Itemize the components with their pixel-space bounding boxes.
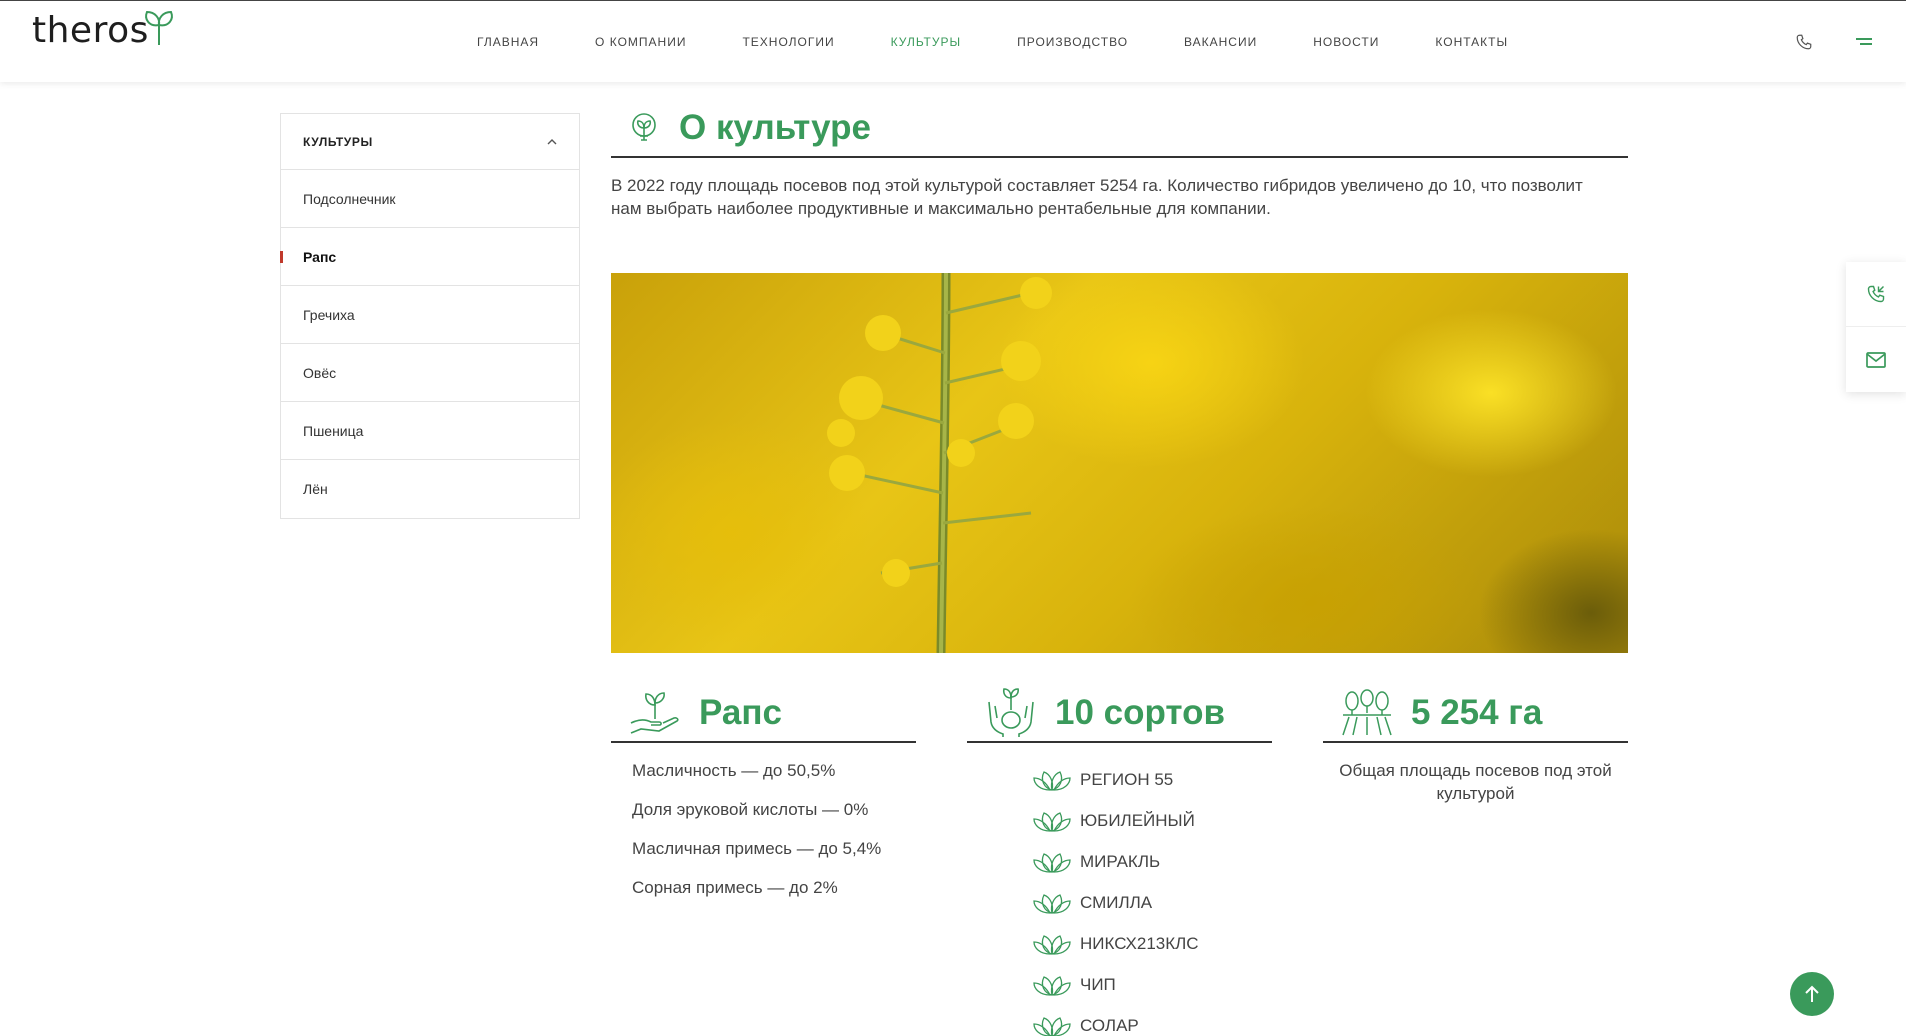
- crop-title: Рапс: [699, 693, 782, 732]
- main-nav: ГЛАВНАЯ О КОМПАНИИ ТЕХНОЛОГИИ КУЛЬТУРЫ П…: [477, 35, 1564, 49]
- crop-column: Рапс Масличность — до 50,5% Доля эруково…: [611, 685, 916, 917]
- side-contact-panel: [1846, 262, 1906, 392]
- sidebar-item-oats[interactable]: Овёс: [281, 344, 579, 402]
- crop-prop: Масличная примесь — до 5,4%: [632, 839, 882, 858]
- area-header: 5 254 га: [1323, 685, 1628, 743]
- main-content: О культуре В 2022 году площадь посевов п…: [611, 100, 1628, 1036]
- leaf-icon: [1033, 770, 1071, 791]
- list-item: РЕГИОН 55: [1032, 759, 1272, 800]
- sidebar-item-sunflower[interactable]: Подсолнечник: [281, 170, 579, 228]
- nav-vacancies[interactable]: ВАКАНСИИ: [1184, 35, 1257, 49]
- logo-text: theros: [32, 10, 149, 51]
- area-column: 5 254 га Общая площадь посевов под этой …: [1323, 685, 1628, 805]
- list-item: ЧИП: [1032, 964, 1272, 1005]
- nav-home[interactable]: ГЛАВНАЯ: [477, 35, 539, 49]
- sidebar-item-rapeseed[interactable]: Рапс: [280, 228, 579, 286]
- leaf-icon: [1033, 811, 1071, 832]
- list-item: СМИЛЛА: [1032, 882, 1272, 923]
- field-trees-icon: [1342, 689, 1392, 736]
- page-title: О культуре: [679, 108, 872, 147]
- leaf-icon: [1033, 852, 1071, 873]
- callback-button[interactable]: [1846, 262, 1906, 327]
- arrow-up-icon: [1805, 985, 1819, 1002]
- hands-seed-icon: [988, 688, 1034, 737]
- sort-name: СОЛАР: [1080, 1015, 1139, 1035]
- about-header: О культуре: [611, 100, 1628, 158]
- chevron-up-icon: [547, 138, 557, 144]
- sorts-title: 10 сортов: [1055, 693, 1225, 732]
- phone-callback-icon: [1867, 285, 1885, 303]
- sprout-hand-icon: [630, 692, 679, 734]
- sidebar-item-buckwheat[interactable]: Гречиха: [281, 286, 579, 344]
- sort-name: ЧИП: [1080, 974, 1116, 994]
- mail-icon: [1866, 351, 1886, 368]
- sorts-list: РЕГИОН 55 ЮБИЛЕЙНЫЙ МИРАКЛЬ СМИЛЛА НИКСХ…: [967, 759, 1272, 1036]
- sidebar-item-flax[interactable]: Лён: [281, 460, 579, 518]
- area-description: Общая площадь посевов под этой культурой: [1339, 761, 1612, 803]
- logo[interactable]: theros: [32, 10, 173, 51]
- phone-icon[interactable]: [1793, 31, 1815, 53]
- area-title: 5 254 га: [1411, 693, 1543, 732]
- list-item: МИРАКЛЬ: [1032, 841, 1272, 882]
- crop-prop: Доля эруковой кислоты — 0%: [632, 800, 869, 819]
- site-header: theros ГЛАВНАЯ О КОМПАНИИ ТЕХНОЛОГИИ КУЛ…: [0, 0, 1906, 82]
- nav-production[interactable]: ПРОИЗВОДСТВО: [1017, 35, 1128, 49]
- leaf-icon: [1033, 1016, 1071, 1036]
- crop-prop: Масличность — до 50,5%: [632, 761, 836, 780]
- email-button[interactable]: [1846, 327, 1906, 392]
- sidebar-header[interactable]: КУЛЬТУРЫ: [281, 114, 579, 170]
- crop-header: Рапс: [611, 685, 916, 743]
- crop-properties: Масличность — до 50,5% Доля эруковой кис…: [611, 761, 916, 917]
- leaf-logo-icon: [145, 10, 173, 45]
- sort-name: СМИЛЛА: [1080, 892, 1153, 912]
- cultures-sidebar: КУЛЬТУРЫ Подсолнечник Рапс Гречиха Овёс …: [280, 113, 580, 519]
- sorts-column: 10 сортов РЕГИОН 55 ЮБИЛЕЙНЫЙ МИРАКЛЬ СМ…: [967, 685, 1272, 1036]
- nav-cultures[interactable]: КУЛЬТУРЫ: [891, 35, 961, 49]
- leaf-icon: [1033, 975, 1071, 996]
- menu-icon[interactable]: [1855, 31, 1877, 53]
- leaf-icon: [1033, 893, 1071, 914]
- nav-company[interactable]: О КОМПАНИИ: [595, 35, 686, 49]
- about-text: В 2022 году площадь посевов под этой кул…: [611, 176, 1583, 218]
- sort-name: ЮБИЛЕЙНЫЙ: [1080, 810, 1195, 830]
- sidebar-item-wheat[interactable]: Пшеница: [281, 402, 579, 460]
- nav-news[interactable]: НОВОСТИ: [1313, 35, 1379, 49]
- list-item: СОЛАР: [1032, 1005, 1272, 1036]
- sort-name: НИКСХ213КЛС: [1080, 933, 1199, 953]
- sort-name: МИРАКЛЬ: [1080, 851, 1161, 871]
- sort-name: РЕГИОН 55: [1080, 769, 1174, 789]
- crop-prop: Сорная примесь — до 2%: [632, 878, 838, 897]
- sprout-bulb-icon: [632, 113, 656, 141]
- nav-contacts[interactable]: КОНТАКТЫ: [1435, 35, 1508, 49]
- nav-technologies[interactable]: ТЕХНОЛОГИИ: [742, 35, 834, 49]
- leaf-icon: [1033, 934, 1071, 955]
- sorts-header: 10 сортов: [967, 685, 1272, 743]
- sidebar-title: КУЛЬТУРЫ: [303, 134, 373, 149]
- list-item: ЮБИЛЕЙНЫЙ: [1032, 800, 1272, 841]
- scroll-top-button[interactable]: [1790, 972, 1834, 1016]
- list-item: НИКСХ213КЛС: [1032, 923, 1272, 964]
- rapeseed-photo: [611, 273, 1628, 653]
